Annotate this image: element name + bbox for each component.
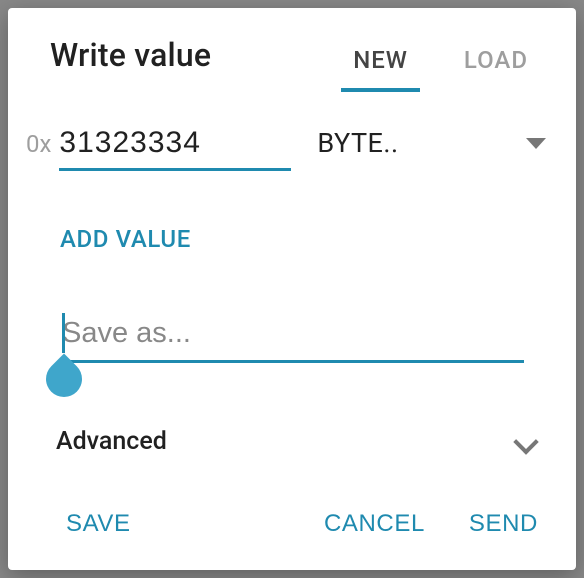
type-label: BYTE.. bbox=[317, 127, 398, 159]
value-row: 0x BYTE.. bbox=[8, 92, 576, 171]
dialog-header: Write value NEW LOAD bbox=[8, 8, 576, 92]
chevron-down-icon bbox=[514, 431, 536, 453]
tabs: NEW LOAD bbox=[335, 36, 546, 92]
write-value-dialog: Write value NEW LOAD 0x BYTE.. ADD VALUE… bbox=[8, 8, 576, 570]
save-button[interactable]: SAVE bbox=[60, 500, 137, 548]
tab-load[interactable]: LOAD bbox=[446, 36, 546, 92]
hex-prefix: 0x bbox=[26, 130, 51, 158]
type-select[interactable]: BYTE.. bbox=[317, 127, 546, 159]
tab-new[interactable]: NEW bbox=[335, 36, 426, 92]
dialog-actions: SAVE CANCEL SEND bbox=[8, 478, 576, 570]
text-cursor-icon bbox=[62, 313, 65, 353]
value-input[interactable] bbox=[59, 124, 291, 171]
save-as-input[interactable] bbox=[60, 313, 524, 363]
dropdown-caret-icon bbox=[526, 138, 546, 149]
add-value-button[interactable]: ADD VALUE bbox=[60, 225, 191, 253]
advanced-label: Advanced bbox=[56, 427, 167, 456]
value-input-wrap bbox=[59, 124, 291, 171]
save-as-wrap bbox=[60, 313, 524, 363]
send-button[interactable]: SEND bbox=[463, 500, 544, 548]
dialog-title: Write value bbox=[50, 36, 211, 74]
advanced-toggle[interactable]: Advanced bbox=[56, 427, 536, 456]
cancel-button[interactable]: CANCEL bbox=[318, 500, 431, 548]
